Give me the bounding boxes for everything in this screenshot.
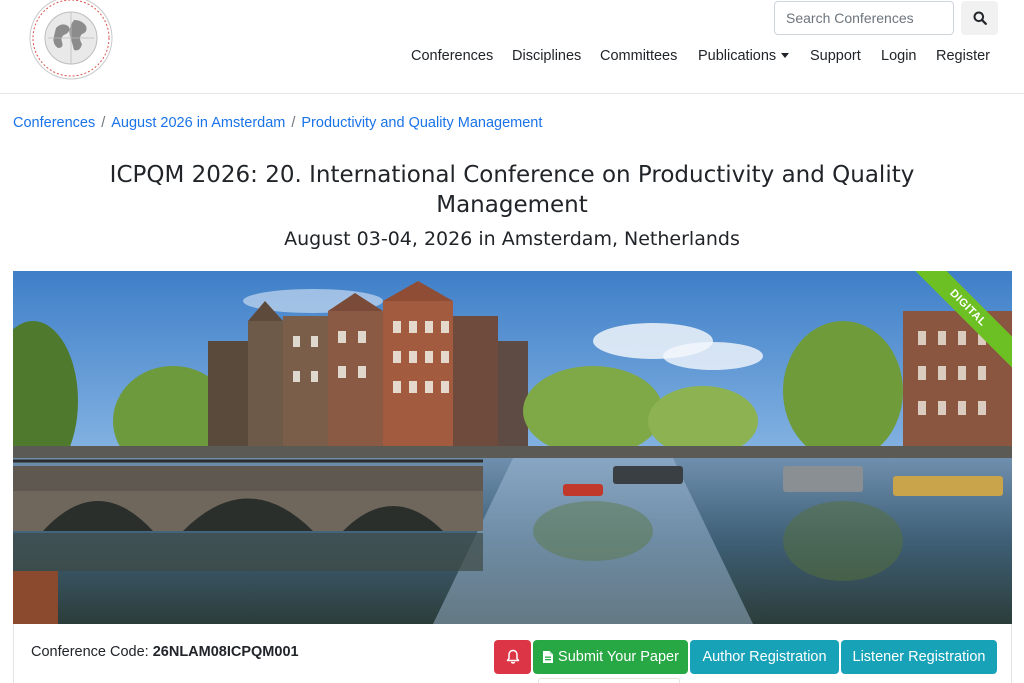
nav-publications-dropdown[interactable]: Publications (698, 48, 790, 64)
author-registration-button[interactable]: Author Registration (690, 640, 839, 674)
search-input[interactable] (774, 1, 954, 35)
conference-code: Conference Code: 26NLAM08ICPQM001 (31, 644, 299, 660)
breadcrumb-separator: / (101, 115, 106, 131)
dropdown-panel-edge (538, 678, 680, 683)
listener-registration-label: Listener Registration (852, 649, 986, 665)
conference-code-value: 26NLAM08ICPQM001 (152, 644, 299, 660)
breadcrumb-separator: / (291, 115, 296, 131)
author-registration-label: Author Registration (702, 649, 827, 665)
conference-code-label: Conference Code: (31, 644, 149, 660)
search-button[interactable] (961, 1, 998, 35)
nav-committees[interactable]: Committees (600, 48, 677, 64)
submit-paper-button[interactable]: Submit Your Paper (533, 640, 688, 674)
page-title: ICPQM 2026: 20. International Conference… (109, 162, 915, 218)
digital-ribbon: DIGITAL (902, 271, 1012, 381)
breadcrumb-conferences[interactable]: Conferences (13, 115, 95, 131)
submit-paper-label: Submit Your Paper (558, 649, 679, 665)
nav-support[interactable]: Support (810, 48, 861, 64)
breadcrumb-topic[interactable]: Productivity and Quality Management (301, 115, 542, 131)
search-icon (973, 11, 987, 25)
conference-info-bar: Conference Code: 26NLAM08ICPQM001 Submit… (13, 624, 1012, 683)
listener-registration-button[interactable]: Listener Registration (841, 640, 997, 674)
nav-register[interactable]: Register (936, 48, 990, 64)
hero-image: DIGITAL (13, 271, 1012, 624)
nav-conferences[interactable]: Conferences (411, 48, 493, 64)
nav-publications-label: Publications (698, 48, 777, 64)
site-logo[interactable] (26, 0, 116, 80)
digital-ribbon-label: DIGITAL (903, 271, 1012, 373)
nav-disciplines[interactable]: Disciplines (512, 48, 581, 64)
amsterdam-canal-image (13, 271, 1012, 624)
page: Conferences Disciplines Committees Publi… (0, 0, 1024, 683)
conference-date-location: August 03-04, 2026 in Amsterdam, Netherl… (284, 228, 740, 250)
caret-down-icon (781, 52, 790, 58)
bell-icon (506, 649, 519, 664)
main-nav: Conferences Disciplines Committees Publi… (0, 48, 1024, 68)
breadcrumb-event[interactable]: August 2026 in Amsterdam (111, 115, 285, 131)
file-icon (543, 651, 554, 663)
globe-logo-icon (29, 0, 113, 80)
notify-button[interactable] (494, 640, 531, 674)
nav-login[interactable]: Login (881, 48, 916, 64)
site-header: Conferences Disciplines Committees Publi… (0, 0, 1024, 94)
breadcrumb: Conferences / August 2026 in Amsterdam / Pro… (13, 115, 542, 131)
